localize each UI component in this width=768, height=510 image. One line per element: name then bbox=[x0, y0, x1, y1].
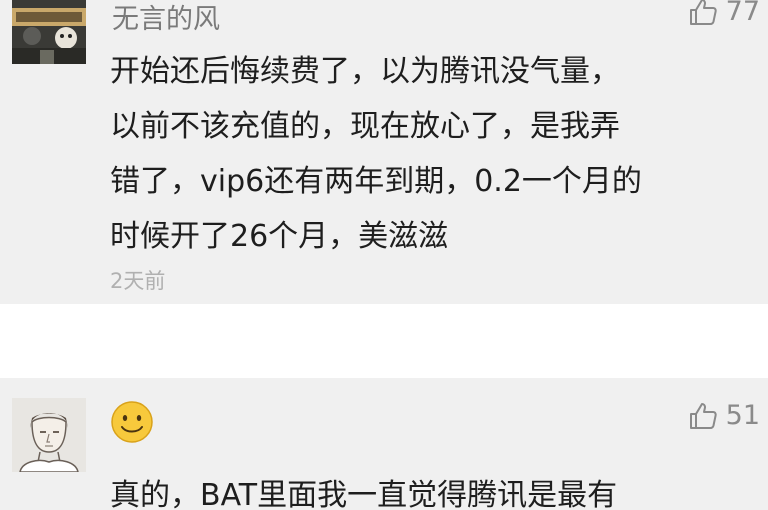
comment-text: 真的，BAT里面我一直觉得腾讯是最有 bbox=[110, 478, 618, 510]
like-count: 77 bbox=[725, 0, 760, 27]
username-emoji[interactable] bbox=[110, 400, 154, 444]
avatar[interactable] bbox=[12, 0, 86, 64]
avatar-image bbox=[12, 398, 86, 472]
thumbs-up-icon bbox=[689, 402, 717, 429]
comment-item: 无言的风 77 开始还后悔续费了，以为腾讯没气量， 以前不该充值的，现在放心了，… bbox=[0, 0, 768, 304]
like-button[interactable]: 51 bbox=[688, 400, 760, 431]
like-count: 51 bbox=[725, 400, 760, 431]
comment-item: 51 真的，BAT里面我一直觉得腾讯是最有 bbox=[0, 378, 768, 510]
smiley-emoji-icon bbox=[111, 401, 153, 443]
comment-text: 开始还后悔续费了，以为腾讯没气量， 以前不该充值的，现在放心了，是我弄 错了，v… bbox=[110, 54, 642, 254]
comment-feed: 无言的风 77 开始还后悔续费了，以为腾讯没气量， 以前不该充值的，现在放心了，… bbox=[0, 0, 768, 510]
username[interactable]: 无言的风 bbox=[112, 0, 220, 36]
avatar[interactable] bbox=[12, 398, 86, 472]
comment-timestamp: 2天前 bbox=[110, 269, 166, 293]
avatar-image bbox=[12, 0, 86, 64]
thumbs-up-icon bbox=[689, 0, 717, 25]
like-button[interactable]: 77 bbox=[688, 0, 760, 27]
